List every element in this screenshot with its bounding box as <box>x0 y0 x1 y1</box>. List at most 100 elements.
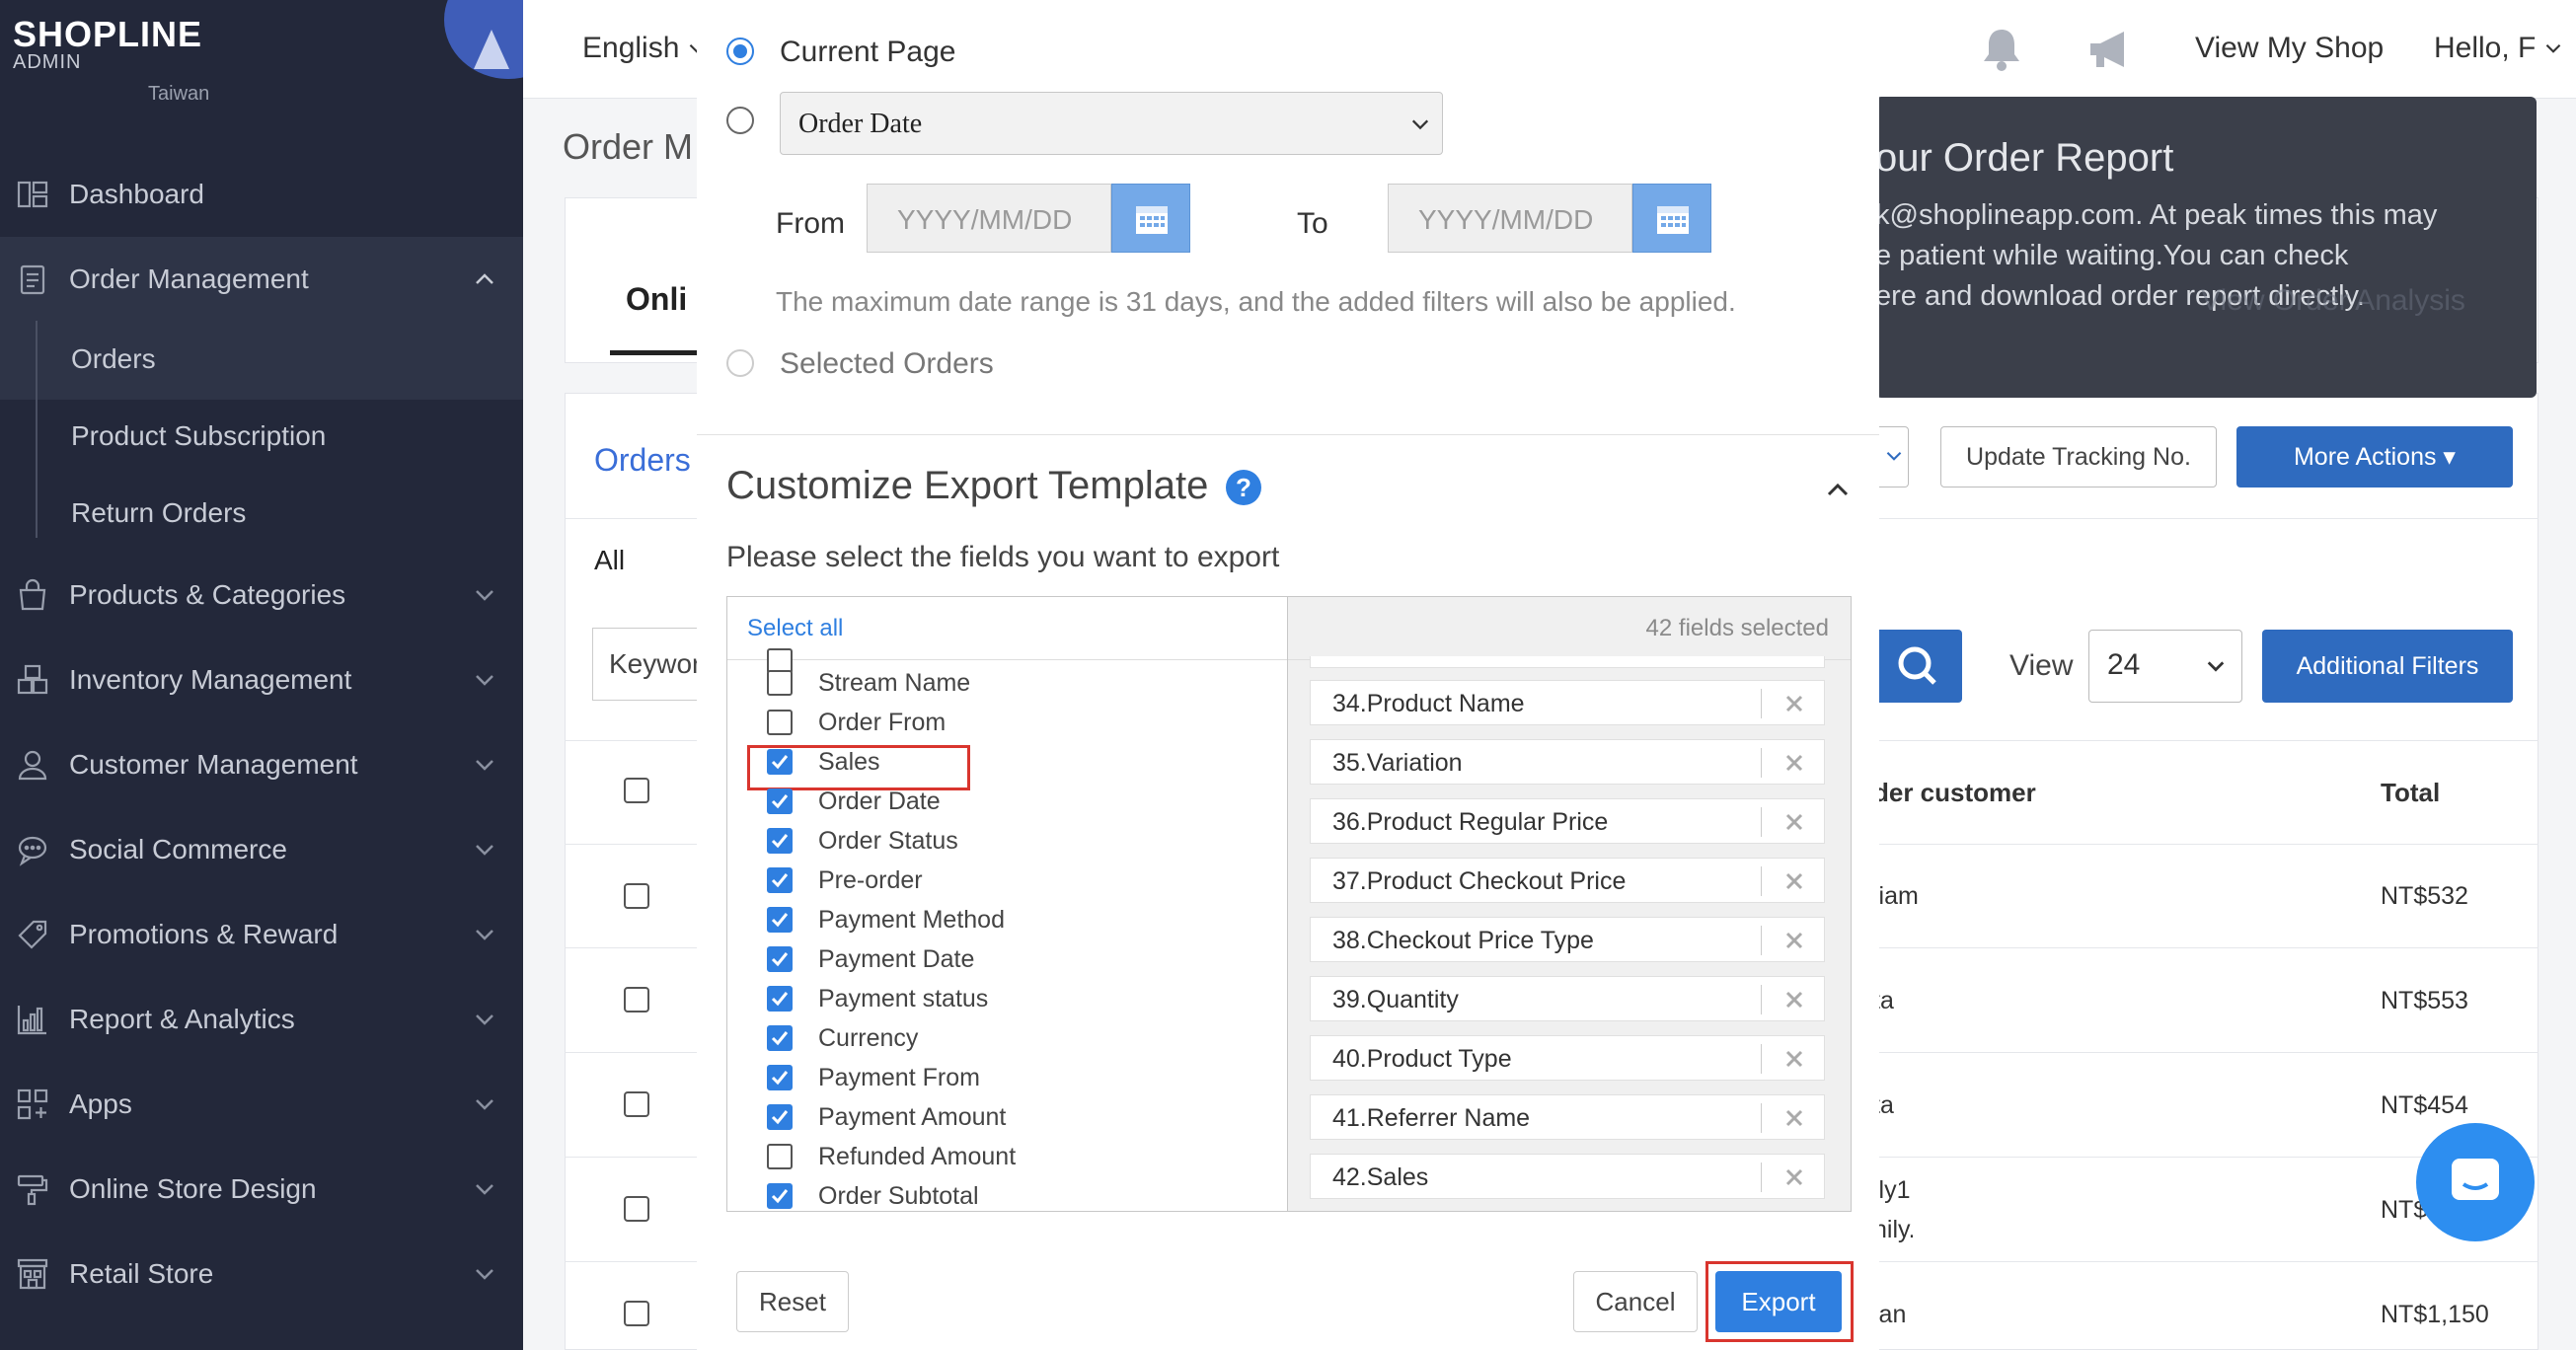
user-menu[interactable]: Hello, F <box>2434 32 2562 65</box>
selected-field-item[interactable]: 41.Referrer Name <box>1310 1094 1825 1140</box>
sidebar-item-label: Order Management <box>69 263 309 294</box>
col-header-customer: der customer <box>1873 778 2036 807</box>
from-date-input[interactable]: YYYY/MM/DD <box>867 184 1111 253</box>
field-checkbox[interactable] <box>767 788 793 814</box>
sidebar-item-social-commerce[interactable]: Social Commerce <box>0 807 523 892</box>
available-fields-list[interactable]: Select all Stream Name Order From Sales … <box>727 597 1288 1211</box>
shopline-logo[interactable]: SHOPLINE ADMIN <box>13 14 202 74</box>
page-title: Order M <box>563 126 694 167</box>
remove-icon[interactable] <box>1784 1108 1804 1128</box>
field-checkbox[interactable] <box>767 1144 793 1169</box>
update-tracking-button[interactable]: Update Tracking No. <box>1940 426 2217 488</box>
sidebar-item-retail-store[interactable]: Retail Store <box>0 1232 523 1316</box>
selected-field-item[interactable]: 36.Product Regular Price <box>1310 798 1825 844</box>
selected-field-item[interactable]: 42.Sales <box>1310 1154 1825 1199</box>
tab-online-orders[interactable]: Onli <box>626 281 687 318</box>
sidebar-item-customers[interactable]: Customer Management <box>0 722 523 807</box>
calendar-icon <box>1136 206 1168 234</box>
reset-button[interactable]: Reset <box>736 1271 849 1332</box>
more-actions-button[interactable]: More Actions ▾ <box>2236 426 2513 488</box>
row-checkbox[interactable] <box>624 1196 649 1222</box>
remove-icon[interactable] <box>1784 990 1804 1010</box>
radio-current-page[interactable] <box>726 38 754 65</box>
sidebar-item-dashboard[interactable]: Dashboard <box>0 152 523 237</box>
radio-selected-orders[interactable] <box>726 349 754 377</box>
field-checkbox[interactable] <box>767 1183 793 1209</box>
row-checkbox[interactable] <box>624 1091 649 1117</box>
support-chat-button[interactable] <box>2416 1123 2535 1241</box>
checkmark-icon <box>771 1110 789 1125</box>
sidebar-item-label: Customer Management <box>69 749 358 780</box>
sidebar-item-store-design[interactable]: Online Store Design <box>0 1147 523 1232</box>
from-calendar-button[interactable] <box>1111 184 1190 253</box>
to-calendar-button[interactable] <box>1632 184 1711 253</box>
view-my-shop-link[interactable]: View My Shop <box>2195 32 2384 65</box>
row-checkbox[interactable] <box>624 883 649 909</box>
sidebar-sub-return-orders[interactable]: Return Orders <box>71 497 246 529</box>
selected-fields-list[interactable]: 42 fields selected 34.Product Name 35.Va… <box>1288 597 1851 1211</box>
field-checkbox[interactable] <box>767 907 793 933</box>
field-checkbox[interactable] <box>767 867 793 893</box>
remove-icon[interactable] <box>1784 931 1804 950</box>
selected-field-item[interactable]: 40.Product Type <box>1310 1035 1825 1081</box>
field-checkbox[interactable] <box>767 670 793 696</box>
language-selector[interactable]: English <box>582 32 706 65</box>
sidebar-sub-product-subscription[interactable]: Product Subscription <box>71 420 326 452</box>
megaphone-icon[interactable] <box>2083 22 2138 77</box>
selected-field-item[interactable]: 37.Product Checkout Price <box>1310 858 1825 903</box>
date-type-select[interactable]: Order Date <box>780 92 1443 155</box>
page-size-select[interactable]: 24 <box>2088 630 2242 703</box>
remove-icon[interactable] <box>1784 753 1804 773</box>
person-icon <box>18 750 47 781</box>
selected-field-item[interactable]: 35.Variation <box>1310 739 1825 785</box>
help-icon[interactable]: ? <box>1226 470 1261 505</box>
bulk-action-dropdown[interactable] <box>1879 426 1909 488</box>
remove-icon[interactable] <box>1784 1167 1804 1187</box>
sidebar-item-order-management[interactable]: Order Management <box>0 237 523 322</box>
orders-heading: Orders <box>594 442 691 478</box>
field-checkbox[interactable] <box>767 1104 793 1130</box>
cancel-button[interactable]: Cancel <box>1573 1271 1698 1332</box>
sidebar-item-promotions[interactable]: Promotions & Reward <box>0 892 523 977</box>
selected-field-item[interactable]: 38.Checkout Price Type <box>1310 917 1825 962</box>
select-all-orders-checkbox[interactable] <box>624 778 649 803</box>
field-checkbox[interactable] <box>767 1025 793 1051</box>
field-checkbox[interactable] <box>767 1065 793 1090</box>
selected-field-item[interactable]: 34.Product Name <box>1310 680 1825 725</box>
field-checkbox[interactable] <box>767 946 793 972</box>
row-checkbox[interactable] <box>624 1301 649 1326</box>
chat-icon <box>2452 1159 2499 1200</box>
field-checkbox[interactable] <box>767 749 793 775</box>
sidebar-item-inventory[interactable]: Inventory Management <box>0 638 523 722</box>
radio-date-range[interactable] <box>726 107 754 134</box>
remove-icon[interactable] <box>1784 871 1804 891</box>
search-button[interactable] <box>1873 630 1962 703</box>
tab-all[interactable]: All <box>594 545 625 576</box>
sidebar-item-products[interactable]: Products & Categories <box>0 553 523 638</box>
field-checkbox[interactable] <box>767 986 793 1012</box>
remove-icon[interactable] <box>1784 1049 1804 1069</box>
checkmark-icon <box>771 992 789 1007</box>
boxes-icon <box>17 664 48 695</box>
additional-filters-button[interactable]: Additional Filters <box>2262 630 2513 703</box>
bell-icon[interactable] <box>1974 22 2029 77</box>
row-checkbox[interactable] <box>624 987 649 1012</box>
field-checkbox[interactable] <box>767 828 793 854</box>
sidebar-sub-orders[interactable]: Orders <box>71 343 156 375</box>
keyword-search-input[interactable]: Keywor <box>592 628 701 701</box>
view-order-analysis-link[interactable]: View Order Analysis <box>2201 284 2465 318</box>
remove-icon[interactable] <box>1784 812 1804 832</box>
row-customer: liam <box>1873 882 1919 910</box>
separator <box>1761 748 1762 778</box>
remove-icon[interactable] <box>1784 694 1804 713</box>
field-checkbox[interactable] <box>767 710 793 735</box>
to-date-input[interactable]: YYYY/MM/DD <box>1388 184 1632 253</box>
sidebar-item-label: Social Commerce <box>69 834 287 864</box>
sidebar-item-reports[interactable]: Report & Analytics <box>0 977 523 1062</box>
chevron-up-icon[interactable] <box>1826 478 1850 501</box>
sidebar-item-apps[interactable]: Apps <box>0 1062 523 1147</box>
calendar-icon <box>1657 206 1689 234</box>
selected-field-item[interactable]: 39.Quantity <box>1310 976 1825 1021</box>
export-button[interactable]: Export <box>1715 1271 1842 1332</box>
select-all-link[interactable]: Select all <box>747 615 843 642</box>
